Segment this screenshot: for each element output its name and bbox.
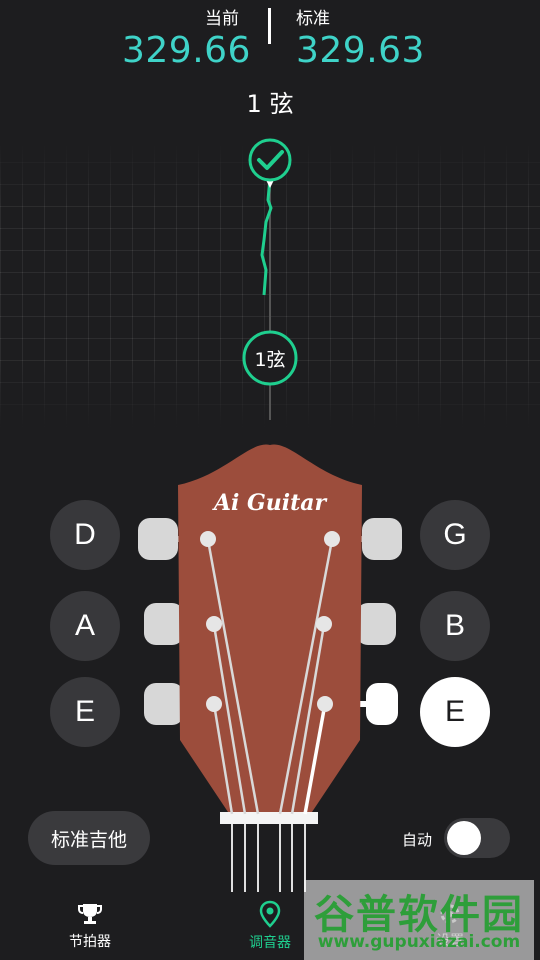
target-frequency-value: 329.63 [296,30,425,71]
note-button-low-e[interactable]: E [50,677,120,747]
note-button-g[interactable]: G [420,500,490,570]
tab-label-tuner: 调音器 [249,935,291,951]
note-button-b[interactable]: B [420,591,490,661]
toggle-knob [447,821,481,855]
in-tune-check-icon [248,138,292,182]
tab-metronome[interactable]: 节拍器 [0,892,180,960]
headstock-brand: Ai Guitar [213,490,327,516]
needle-string-badge: 1弦 [254,349,286,371]
watermark-url: www.gupuxiazai.com [317,932,521,952]
target-frequency-label: 标准 [296,9,330,29]
location-pin-icon [259,900,281,928]
current-frequency-value: 329.66 [122,30,251,71]
tab-label-metronome: 节拍器 [69,934,111,950]
note-button-a[interactable]: A [50,591,120,661]
trophy-icon [78,904,102,924]
current-frequency-label: 当前 [205,9,239,29]
guitar-nut [220,812,318,824]
note-button-high-e[interactable]: E [420,677,490,747]
tuning-preset-button[interactable]: 标准吉他 [28,811,150,865]
watermark: 谷普软件园 www.gupuxiazai.com [296,876,540,960]
tuning-meter [242,138,298,420]
current-string-title: 1 弦 [246,90,294,118]
neck-strings [231,824,306,892]
auto-mode-label: 自动 [402,831,433,849]
readout-divider [268,8,271,44]
auto-mode-toggle[interactable] [444,818,510,858]
note-button-d[interactable]: D [50,500,120,570]
